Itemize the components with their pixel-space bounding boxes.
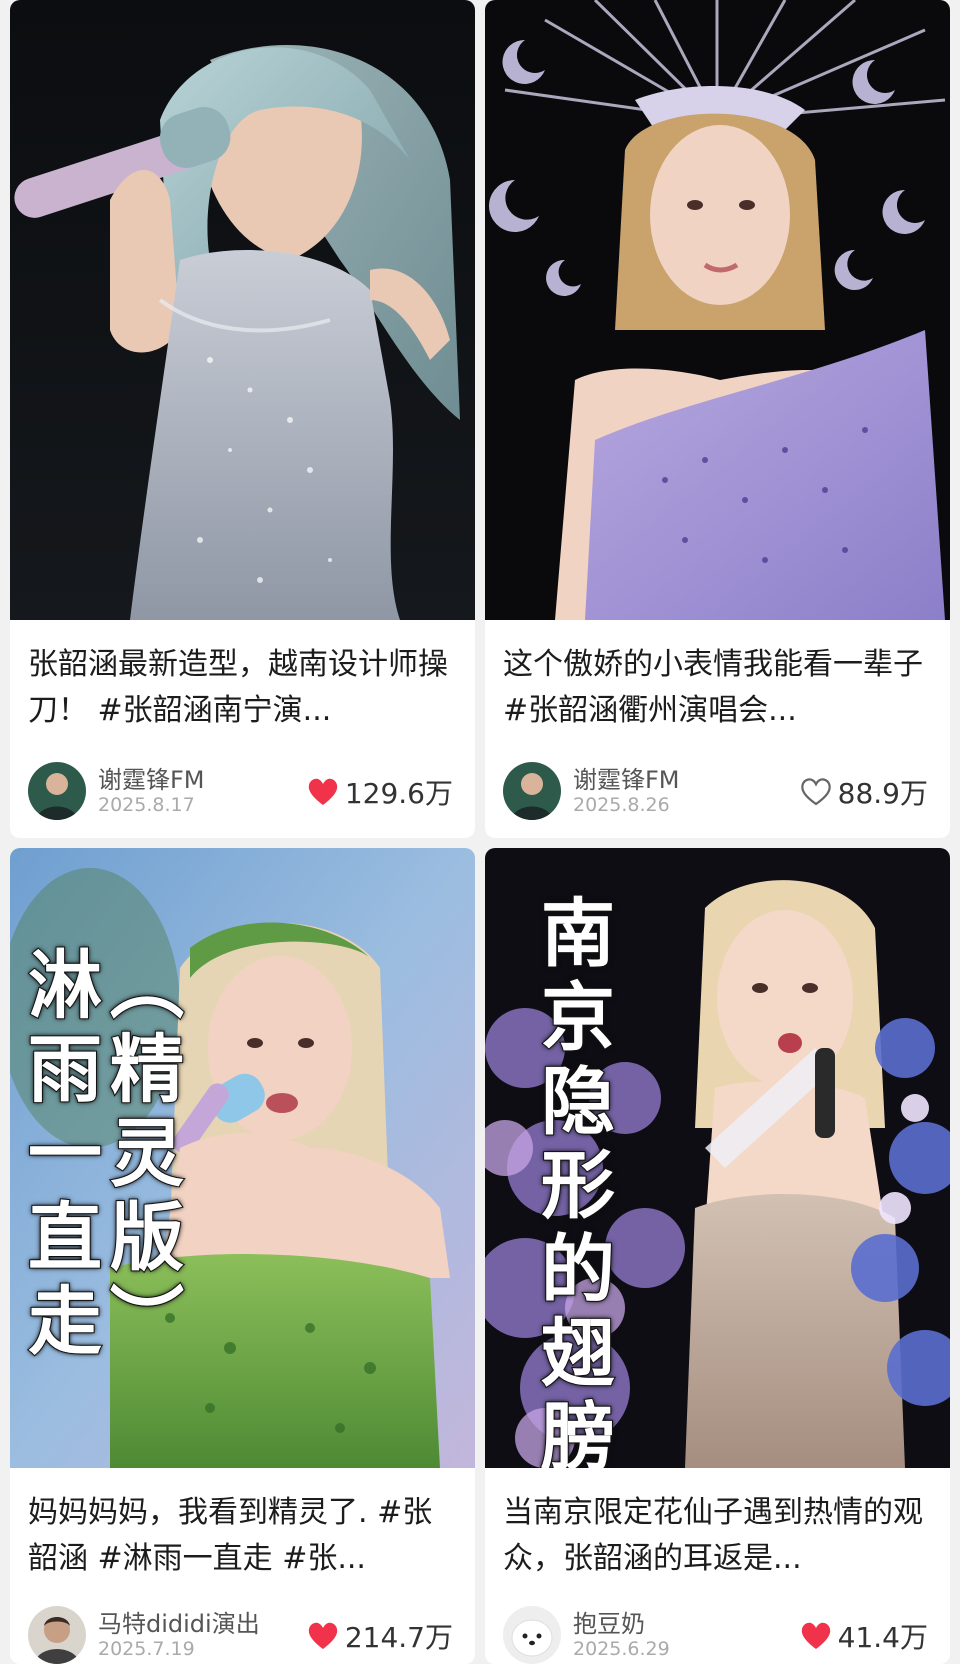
card-meta: 马特dididi演出 2025.7.19 214.7万	[28, 1604, 453, 1664]
heart-filled-icon	[800, 1621, 832, 1651]
like-count: 129.6万	[344, 777, 453, 810]
like-button[interactable]: 41.4万	[800, 1616, 928, 1656]
like-button[interactable]: 214.7万	[307, 1616, 453, 1656]
post-date: 2025.7.19	[98, 1638, 195, 1660]
like-count: 41.4万	[837, 1621, 928, 1654]
author-avatar[interactable]	[503, 1606, 561, 1664]
card-caption[interactable]: 张韶涵最新造型，越南设计师操刀！ #张韶涵南宁演...	[28, 642, 457, 734]
card-caption[interactable]: 当南京限定花仙子遇到热情的观众，张韶涵的耳返是...	[503, 1490, 932, 1582]
post-date: 2025.8.26	[573, 794, 670, 816]
cover-overlay-subtitle: ︵ 精 灵 版 ︶	[109, 943, 185, 1365]
author-name[interactable]: 谢霆锋FM	[98, 760, 205, 795]
heart-outline-icon	[800, 777, 832, 807]
cover-overlay-title: 南 京 隐 形 的 翅 膀	[540, 891, 616, 1468]
feed-card[interactable]: 这个傲娇的小表情我能看一辈子 #张韶涵衢州演唱会... 谢霆锋FM 2025.8…	[485, 0, 950, 838]
heart-filled-icon	[307, 777, 339, 807]
like-count: 88.9万	[837, 777, 928, 810]
feed-card[interactable]: 南 京 隐 形 的 翅 膀 当南京限定花仙子遇到热情的观众，张韶涵的耳返是...	[485, 848, 950, 1664]
cover-image[interactable]: 南 京 隐 形 的 翅 膀	[485, 848, 950, 1468]
author-avatar[interactable]	[503, 762, 561, 820]
feed-grid: 张韶涵最新造型，越南设计师操刀！ #张韶涵南宁演... 谢霆锋FM 2025.8…	[0, 0, 960, 1664]
cover-image[interactable]: 淋 雨 一 直 走 ︵ 精 灵 版 ︶	[10, 848, 475, 1468]
feed-card[interactable]: 淋 雨 一 直 走 ︵ 精 灵 版 ︶ 妈妈妈妈，我看到精灵了. #张韶涵 #淋…	[10, 848, 475, 1664]
feed-card[interactable]: 张韶涵最新造型，越南设计师操刀！ #张韶涵南宁演... 谢霆锋FM 2025.8…	[10, 0, 475, 838]
author-avatar[interactable]	[28, 762, 86, 820]
heart-filled-icon	[307, 1621, 339, 1651]
post-date: 2025.8.17	[98, 794, 195, 816]
card-caption[interactable]: 这个傲娇的小表情我能看一辈子 #张韶涵衢州演唱会...	[503, 642, 932, 734]
like-button[interactable]: 88.9万	[800, 772, 928, 812]
cover-image[interactable]	[10, 0, 475, 620]
author-name[interactable]: 谢霆锋FM	[573, 760, 680, 795]
author-name[interactable]: 马特dididi演出	[98, 1604, 260, 1639]
post-date: 2025.6.29	[573, 1638, 670, 1660]
card-meta: 抱豆奶 2025.6.29 41.4万	[503, 1604, 928, 1664]
author-avatar[interactable]	[28, 1606, 86, 1664]
card-meta: 谢霆锋FM 2025.8.17 129.6万	[28, 760, 453, 820]
card-meta: 谢霆锋FM 2025.8.26 88.9万	[503, 760, 928, 820]
author-name[interactable]: 抱豆奶	[573, 1604, 645, 1639]
like-button[interactable]: 129.6万	[307, 772, 453, 812]
cover-overlay-title: 淋 雨 一 直 走	[27, 943, 103, 1365]
cover-image[interactable]	[485, 0, 950, 620]
card-caption[interactable]: 妈妈妈妈，我看到精灵了. #张韶涵 #淋雨一直走 #张...	[28, 1490, 457, 1582]
like-count: 214.7万	[344, 1621, 453, 1654]
